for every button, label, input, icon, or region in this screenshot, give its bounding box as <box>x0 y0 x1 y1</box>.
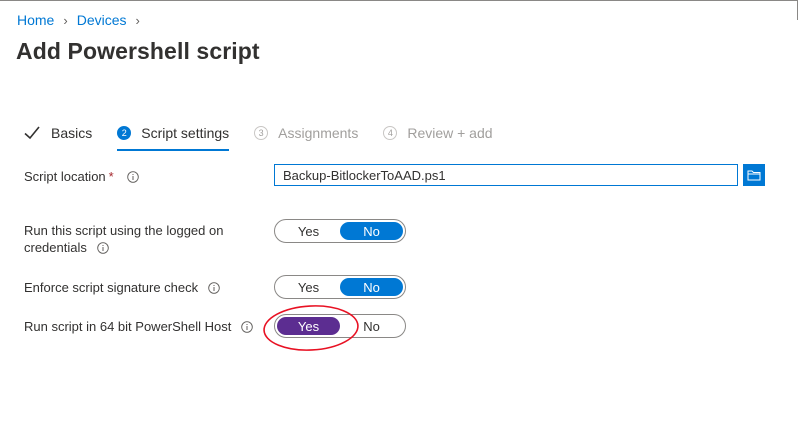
step-label: Basics <box>51 125 93 141</box>
step-basics[interactable]: Basics <box>23 121 92 145</box>
run-64bit-toggle[interactable]: Yes No <box>274 314 406 338</box>
wizard-steps: Basics 2 Script settings 3 Assignments 4… <box>23 121 518 151</box>
step-number: 3 <box>254 126 269 140</box>
info-icon[interactable] <box>208 282 220 294</box>
script-location-label: Script location * <box>24 168 140 185</box>
chevron-right-icon: › <box>63 12 68 28</box>
step-label: Script settings <box>141 125 230 141</box>
enforce-signature-toggle[interactable]: Yes No <box>274 275 406 299</box>
toggle-no-option[interactable]: No <box>340 222 403 240</box>
breadcrumb-devices-link[interactable]: Devices <box>77 12 127 28</box>
run-64bit-label-text: Run script in 64 bit PowerShell Host <box>24 319 232 334</box>
toggle-no-option[interactable]: No <box>340 317 403 335</box>
script-location-label-text: Script location <box>24 169 106 184</box>
breadcrumb: Home › Devices › <box>17 12 149 28</box>
toggle-yes-option[interactable]: Yes <box>277 317 340 335</box>
checkmark-icon <box>24 126 40 140</box>
toggle-yes-option[interactable]: Yes <box>277 222 340 240</box>
script-location-input[interactable] <box>274 164 738 186</box>
run-logged-on-label: Run this script using the logged on cred… <box>24 222 223 256</box>
breadcrumb-home-link[interactable]: Home <box>17 12 54 28</box>
page-title: Add Powershell script <box>16 38 260 64</box>
step-script-settings[interactable]: 2 Script settings <box>117 121 230 151</box>
run-logged-on-label-line1: Run this script using the logged on <box>24 223 224 238</box>
info-icon[interactable] <box>127 171 140 183</box>
chevron-right-icon: › <box>135 12 140 28</box>
info-icon[interactable] <box>241 321 253 333</box>
active-step-underline <box>117 149 230 151</box>
enforce-signature-label: Enforce script signature check <box>24 279 220 296</box>
browse-button[interactable] <box>743 164 765 186</box>
enforce-signature-label-text: Enforce script signature check <box>24 280 199 295</box>
step-number: 2 <box>117 126 132 140</box>
required-marker: * <box>108 169 114 184</box>
info-icon[interactable] <box>96 242 109 254</box>
run-64bit-label: Run script in 64 bit PowerShell Host <box>24 318 253 335</box>
step-label: Review + add <box>407 125 493 141</box>
step-label: Assignments <box>278 125 359 141</box>
step-number: 4 <box>383 126 398 140</box>
step-review-add[interactable]: 4 Review + add <box>383 121 493 145</box>
step-assignments[interactable]: 3 Assignments <box>254 121 358 145</box>
folder-browse-icon <box>747 170 761 181</box>
toggle-no-option[interactable]: No <box>340 278 403 296</box>
run-logged-on-label-line2: credentials <box>24 240 87 255</box>
toggle-yes-option[interactable]: Yes <box>277 278 340 296</box>
top-border <box>0 0 798 1</box>
run-logged-on-toggle[interactable]: Yes No <box>274 219 406 243</box>
